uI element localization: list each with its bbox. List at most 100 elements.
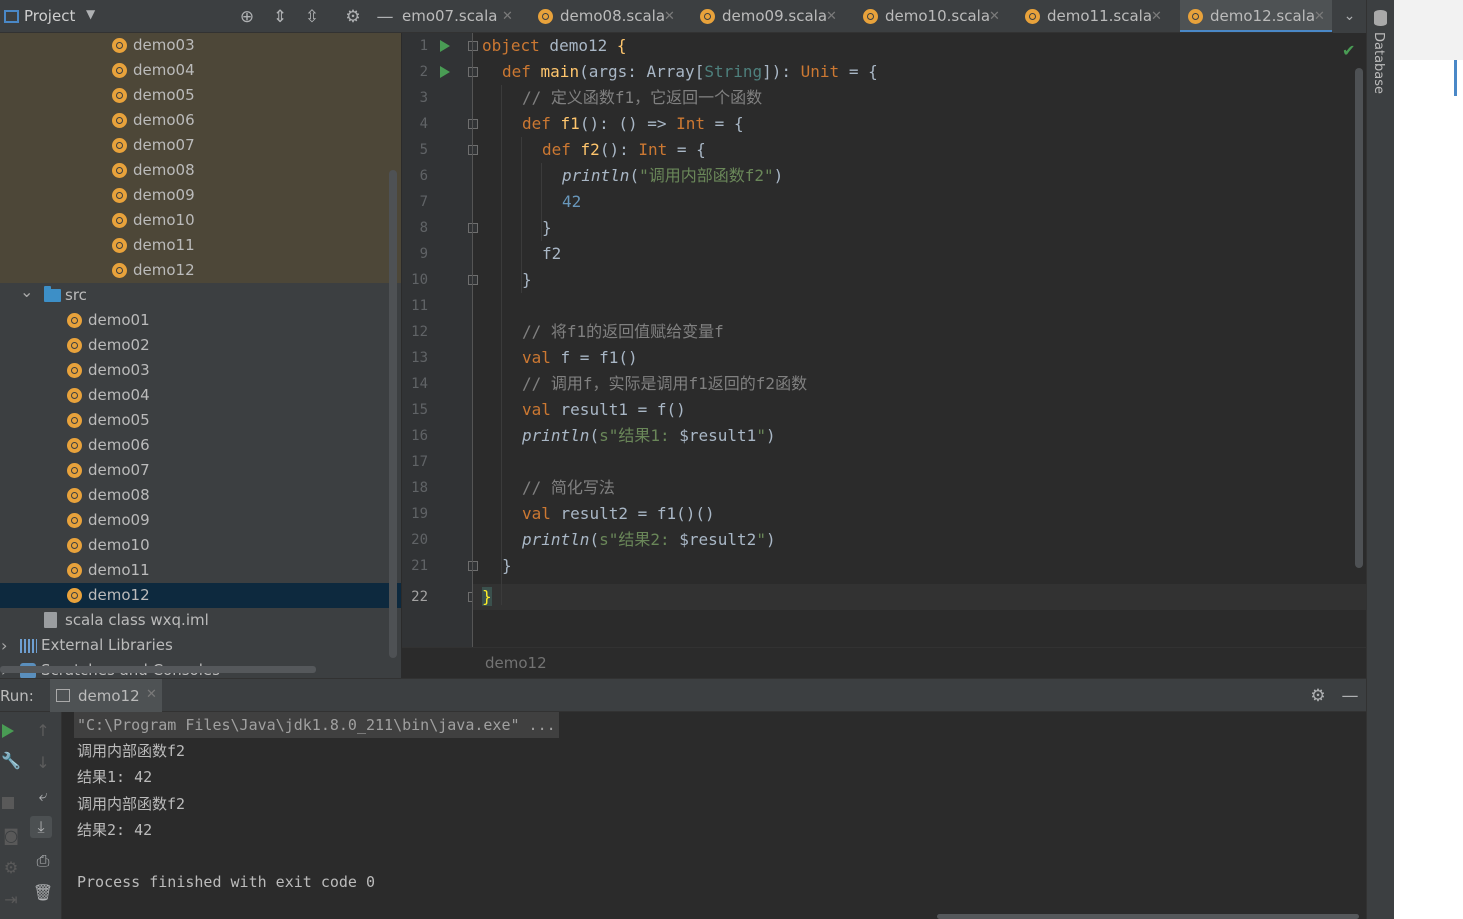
background-accent xyxy=(1454,60,1457,96)
chevron-down-icon[interactable]: ▼ xyxy=(86,7,95,21)
database-icon[interactable] xyxy=(1374,10,1387,26)
editor-tab[interactable]: demo08.scala ✕ xyxy=(530,0,682,32)
tree-item[interactable]: demo07 xyxy=(0,458,401,483)
close-icon[interactable]: ✕ xyxy=(146,687,157,702)
database-tool-button[interactable]: Database xyxy=(1371,32,1386,94)
editor-tab[interactable]: emo07.scala ✕ xyxy=(402,0,520,32)
close-icon[interactable]: ✕ xyxy=(989,0,1000,32)
chevron-down-icon[interactable]: ⌄ xyxy=(1333,0,1366,33)
run-tab-label: demo12 xyxy=(78,687,140,705)
scala-object-icon xyxy=(67,463,82,478)
camera-icon[interactable]: ◙ xyxy=(0,825,22,847)
expand-all-icon[interactable]: ⇕ xyxy=(269,6,291,28)
scroll-to-end-icon[interactable]: ⤓ xyxy=(30,816,52,838)
fold-marker-icon[interactable] xyxy=(468,67,478,77)
tree-item-label: demo05 xyxy=(133,86,195,104)
fold-marker-icon[interactable] xyxy=(468,41,478,51)
arrow-down-icon[interactable]: ↓ xyxy=(32,752,54,774)
check-icon[interactable]: ✔ xyxy=(1342,41,1355,60)
breadcrumb[interactable]: demo12 xyxy=(485,654,547,672)
tree-item-label: demo11 xyxy=(133,236,195,254)
tree-item[interactable]: demo01 xyxy=(0,308,401,333)
run-tab[interactable]: demo12 ✕ xyxy=(50,679,162,713)
tree-folder[interactable]: ⌄ src xyxy=(0,282,401,308)
hide-icon[interactable]: — xyxy=(374,6,396,28)
fold-marker-icon[interactable] xyxy=(468,223,478,233)
project-tool-window: Project ▼ ⊕ ⇕ ⇳ ⚙ — demo03 demo04 demo05 de… xyxy=(0,0,402,678)
editor-scrollbar[interactable] xyxy=(1355,68,1363,568)
editor-tab[interactable]: demo09.scala ✕ xyxy=(692,0,844,32)
tree-item[interactable]: demo11 xyxy=(0,233,401,258)
code-line-15: val result1 = f() xyxy=(522,400,686,419)
project-tree: demo03 demo04 demo05 demo06 demo07 demo08 demo… xyxy=(0,33,401,678)
tree-item[interactable]: demo10 xyxy=(0,533,401,558)
fold-marker-icon[interactable] xyxy=(468,561,478,571)
tree-item[interactable]: demo05 xyxy=(0,408,401,433)
scala-file-icon xyxy=(1188,9,1203,24)
editor-tab[interactable]: demo12.scala ✕ xyxy=(1180,0,1332,32)
wrench-icon[interactable]: 🔧 xyxy=(0,750,22,772)
chevron-right-icon[interactable]: › xyxy=(1,633,7,658)
chevron-down-icon[interactable]: ⌄ xyxy=(20,279,33,304)
tree-item[interactable]: demo02 xyxy=(0,333,401,358)
editor-tab[interactable]: demo11.scala ✕ xyxy=(1017,0,1169,32)
tree-item[interactable]: demo06 xyxy=(0,433,401,458)
tree-item[interactable]: demo09 xyxy=(0,183,401,208)
run-gutter-icon[interactable] xyxy=(440,66,450,78)
fold-marker-icon[interactable] xyxy=(468,275,478,285)
trash-icon[interactable]: 🗑 xyxy=(32,882,54,904)
tree-item[interactable]: demo03 xyxy=(0,358,401,383)
soft-wrap-icon[interactable]: ⤶ xyxy=(32,785,54,807)
tree-item[interactable]: demo12 xyxy=(0,583,401,608)
fold-marker-icon[interactable] xyxy=(468,145,478,155)
tree-item-label: demo10 xyxy=(133,211,195,229)
tab-label: demo09.scala xyxy=(722,7,828,25)
tree-item-label: demo01 xyxy=(88,311,150,329)
console-horizontal-scrollbar[interactable] xyxy=(937,914,1359,919)
tree-item[interactable]: demo07 xyxy=(0,133,401,158)
stop-icon[interactable] xyxy=(2,797,14,809)
locate-icon[interactable]: ⊕ xyxy=(236,6,258,28)
tree-item[interactable]: scala class wxq.iml xyxy=(0,608,401,633)
tree-item[interactable]: demo09 xyxy=(0,508,401,533)
print-icon[interactable]: ⎙ xyxy=(32,850,54,872)
code-editor[interactable]: 1 2 3 4 5 6 7 8 9 10 11 12 13 14 15 16 17 18 19 20 21 22 obje… xyxy=(402,33,1366,647)
gear-icon[interactable]: ⚙ xyxy=(342,6,364,28)
editor-tab[interactable]: demo10.scala ✕ xyxy=(855,0,1007,32)
tree-item[interactable]: demo08 xyxy=(0,483,401,508)
close-icon[interactable]: ✕ xyxy=(502,0,513,32)
scala-file-icon xyxy=(1025,9,1040,24)
close-icon[interactable]: ✕ xyxy=(664,0,675,32)
gear-icon[interactable]: ⚙ xyxy=(1307,685,1329,707)
tree-item[interactable]: demo11 xyxy=(0,558,401,583)
tree-item[interactable]: demo10 xyxy=(0,208,401,233)
tree-item[interactable]: demo03 xyxy=(0,33,401,58)
console-output[interactable]: "C:\Program Files\Java\jdk1.8.0_211\bin\… xyxy=(62,712,1366,919)
tree-item[interactable]: › External Libraries xyxy=(0,633,401,658)
collapse-all-icon[interactable]: ⇳ xyxy=(301,6,323,28)
scala-object-icon xyxy=(67,538,82,553)
run-gutter-icon[interactable] xyxy=(440,40,450,52)
tree-scrollbar[interactable] xyxy=(389,170,397,658)
folder-icon xyxy=(44,286,61,302)
line-number: 11 xyxy=(411,298,428,314)
close-icon[interactable]: ✕ xyxy=(1151,0,1162,32)
tree-item[interactable]: demo04 xyxy=(0,58,401,83)
settings-icon[interactable]: ⚙ xyxy=(0,857,22,879)
tree-item[interactable]: demo08 xyxy=(0,158,401,183)
exit-icon[interactable]: ⇥ xyxy=(0,889,22,911)
tree-horizontal-scrollbar[interactable] xyxy=(0,666,316,673)
console-line: 调用内部函数f2 xyxy=(77,795,186,813)
close-icon[interactable]: ✕ xyxy=(826,0,837,32)
close-icon[interactable]: ✕ xyxy=(1314,0,1325,32)
tree-item[interactable]: demo05 xyxy=(0,83,401,108)
arrow-up-icon[interactable]: ↑ xyxy=(32,720,54,742)
tree-item[interactable]: demo06 xyxy=(0,108,401,133)
hide-icon[interactable]: — xyxy=(1339,685,1361,707)
fold-marker-icon[interactable] xyxy=(468,119,478,129)
tree-item[interactable]: demo12 xyxy=(0,258,401,283)
project-view-selector[interactable]: Project xyxy=(24,7,75,25)
code-line-20: println(s"结果2: $result2") xyxy=(522,530,776,549)
rerun-icon[interactable] xyxy=(2,724,14,738)
tree-item[interactable]: demo04 xyxy=(0,383,401,408)
